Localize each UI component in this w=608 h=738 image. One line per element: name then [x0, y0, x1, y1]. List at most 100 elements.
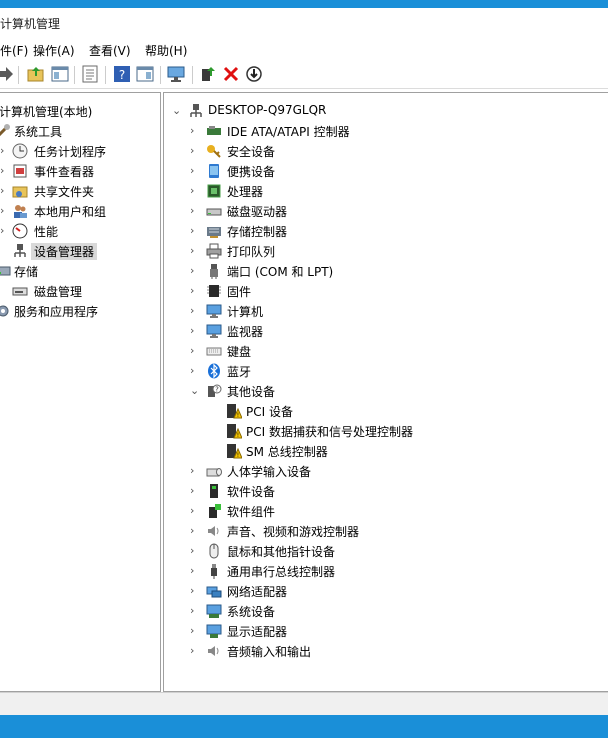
- chevron-right-icon[interactable]: ›: [190, 184, 200, 198]
- tree-root[interactable]: 计算机管理(本地): [0, 101, 160, 121]
- chevron-right-icon[interactable]: ›: [190, 524, 200, 538]
- chevron-right-icon[interactable]: ›: [190, 584, 200, 598]
- device-category-row[interactable]: › 软件组件: [164, 501, 604, 521]
- chevron-right-icon[interactable]: ›: [0, 204, 10, 218]
- chevron-right-icon[interactable]: ›: [190, 164, 200, 178]
- uninstall-device-icon[interactable]: [222, 65, 240, 83]
- tree-item-local-users[interactable]: › 本地用户和组: [0, 201, 160, 221]
- device-category-row[interactable]: › 监视器: [164, 321, 604, 341]
- tree-item-storage[interactable]: 存储: [0, 261, 160, 281]
- tree-item-performance[interactable]: › 性能: [0, 221, 160, 241]
- device-category-label: 显示适配器: [227, 625, 288, 639]
- title-bar[interactable]: 计算机管理: [0, 8, 608, 38]
- device-category-row[interactable]: › 键盘: [164, 341, 604, 361]
- tree-item-task-scheduler[interactable]: › 任务计划程序: [0, 141, 160, 161]
- menu-help[interactable]: 帮助(H): [145, 42, 187, 59]
- device-category-row[interactable]: › 打印队列: [164, 241, 604, 261]
- chevron-right-icon[interactable]: ›: [190, 144, 200, 158]
- show-hide-tree-icon[interactable]: [51, 65, 69, 83]
- device-category-row[interactable]: › 处理器: [164, 181, 604, 201]
- computer-root-icon: [188, 103, 204, 119]
- device-category-row[interactable]: › 蓝牙: [164, 361, 604, 381]
- chevron-right-icon[interactable]: ›: [190, 604, 200, 618]
- chevron-right-icon[interactable]: ›: [190, 484, 200, 498]
- help-icon[interactable]: ?: [113, 65, 131, 83]
- unknown-device-row[interactable]: ! SM 总线控制器: [164, 441, 604, 461]
- device-category-row[interactable]: › IDE ATA/ATAPI 控制器: [164, 121, 604, 141]
- navigation-tree: 计算机管理(本地) 系统工具 › 任务计划程序 › 事件查看器 › 共享文件夹 …: [0, 92, 161, 692]
- device-category-row[interactable]: › 便携设备: [164, 161, 604, 181]
- chevron-right-icon[interactable]: ›: [190, 464, 200, 478]
- disk-management-icon: [12, 283, 28, 299]
- chevron-right-icon[interactable]: ›: [0, 184, 10, 198]
- chevron-right-icon[interactable]: ›: [190, 564, 200, 578]
- device-category-label: 通用串行总线控制器: [227, 565, 336, 579]
- device-category-row[interactable]: › 网络适配器: [164, 581, 604, 601]
- device-category-row[interactable]: › 鼠标和其他指针设备: [164, 541, 604, 561]
- device-category-row[interactable]: › 人体学输入设备: [164, 461, 604, 481]
- device-category-row[interactable]: › 系统设备: [164, 601, 604, 621]
- chevron-right-icon[interactable]: ›: [190, 624, 200, 638]
- chevron-right-icon[interactable]: ›: [190, 224, 200, 238]
- chevron-right-icon[interactable]: ›: [190, 364, 200, 378]
- tree-item-event-viewer[interactable]: › 事件查看器: [0, 161, 160, 181]
- menu-action[interactable]: 操作(A): [33, 42, 75, 59]
- chevron-right-icon[interactable]: ›: [0, 164, 10, 178]
- up-folder-icon[interactable]: [27, 65, 45, 83]
- device-category-row[interactable]: › 显示适配器: [164, 621, 604, 641]
- menu-file[interactable]: 件(F): [0, 42, 28, 59]
- chevron-right-icon[interactable]: ›: [190, 244, 200, 258]
- chevron-down-icon[interactable]: ⌄: [172, 104, 182, 118]
- device-category-row[interactable]: › 磁盘驱动器: [164, 201, 604, 221]
- chevron-right-icon[interactable]: ›: [190, 304, 200, 318]
- device-category-row[interactable]: › 计算机: [164, 301, 604, 321]
- device-category-row[interactable]: › 端口 (COM 和 LPT): [164, 261, 604, 281]
- unknown-device-row[interactable]: ! PCI 设备: [164, 401, 604, 421]
- tree-item-label: 设备管理器: [31, 243, 98, 260]
- display-adapter-icon: [206, 623, 222, 639]
- scan-hardware-icon[interactable]: [167, 65, 185, 83]
- device-category-label: 固件: [227, 285, 252, 299]
- chevron-right-icon[interactable]: ›: [190, 504, 200, 518]
- device-tree-root[interactable]: ⌄ DESKTOP-Q97GLQR: [164, 101, 604, 121]
- warning-device-icon: !: [226, 443, 242, 459]
- device-category-row[interactable]: › 固件: [164, 281, 604, 301]
- unknown-device-row[interactable]: ! PCI 数据捕获和信号处理控制器: [164, 421, 604, 441]
- services-icon: [0, 303, 11, 319]
- tree-item-services-apps[interactable]: 服务和应用程序: [0, 301, 160, 321]
- chevron-right-icon[interactable]: ›: [190, 284, 200, 298]
- device-category-row[interactable]: › 软件设备: [164, 481, 604, 501]
- system-device-icon: [206, 603, 222, 619]
- chevron-right-icon[interactable]: ›: [190, 324, 200, 338]
- tree-item-shared-folders[interactable]: › 共享文件夹: [0, 181, 160, 201]
- update-driver-icon[interactable]: [199, 65, 217, 83]
- chevron-right-icon[interactable]: ›: [0, 144, 10, 158]
- forward-icon[interactable]: [0, 65, 14, 83]
- computer-name: DESKTOP-Q97GLQR: [208, 103, 327, 117]
- device-category-row[interactable]: › 音频输入和输出: [164, 641, 604, 661]
- chevron-right-icon[interactable]: ›: [190, 544, 200, 558]
- chevron-right-icon[interactable]: ›: [0, 224, 10, 238]
- tree-item-system-tools[interactable]: 系统工具: [0, 121, 160, 141]
- storage-controller-icon: [206, 223, 222, 239]
- device-category-row[interactable]: › 存储控制器: [164, 221, 604, 241]
- chevron-right-icon[interactable]: ›: [190, 124, 200, 138]
- device-category-row[interactable]: ⌄? 其他设备: [164, 381, 604, 401]
- tree-item-device-manager[interactable]: 设备管理器: [0, 241, 160, 261]
- device-category-row[interactable]: › 通用串行总线控制器: [164, 561, 604, 581]
- disable-device-icon[interactable]: [245, 65, 263, 83]
- chevron-right-icon[interactable]: ›: [190, 204, 200, 218]
- device-category-row[interactable]: › 声音、视频和游戏控制器: [164, 521, 604, 541]
- action-pane-icon[interactable]: [136, 65, 154, 83]
- computer-icon: [206, 303, 222, 319]
- menu-view[interactable]: 查看(V): [89, 42, 131, 59]
- tree-item-disk-management[interactable]: 磁盘管理: [0, 281, 160, 301]
- chevron-right-icon[interactable]: ›: [190, 264, 200, 278]
- monitor-icon: [206, 323, 222, 339]
- chevron-down-icon[interactable]: ⌄: [190, 384, 200, 398]
- device-category-row[interactable]: › 安全设备: [164, 141, 604, 161]
- chevron-right-icon[interactable]: ›: [190, 344, 200, 358]
- mouse-icon: [206, 543, 222, 559]
- chevron-right-icon[interactable]: ›: [190, 644, 200, 658]
- properties-icon[interactable]: [81, 65, 99, 83]
